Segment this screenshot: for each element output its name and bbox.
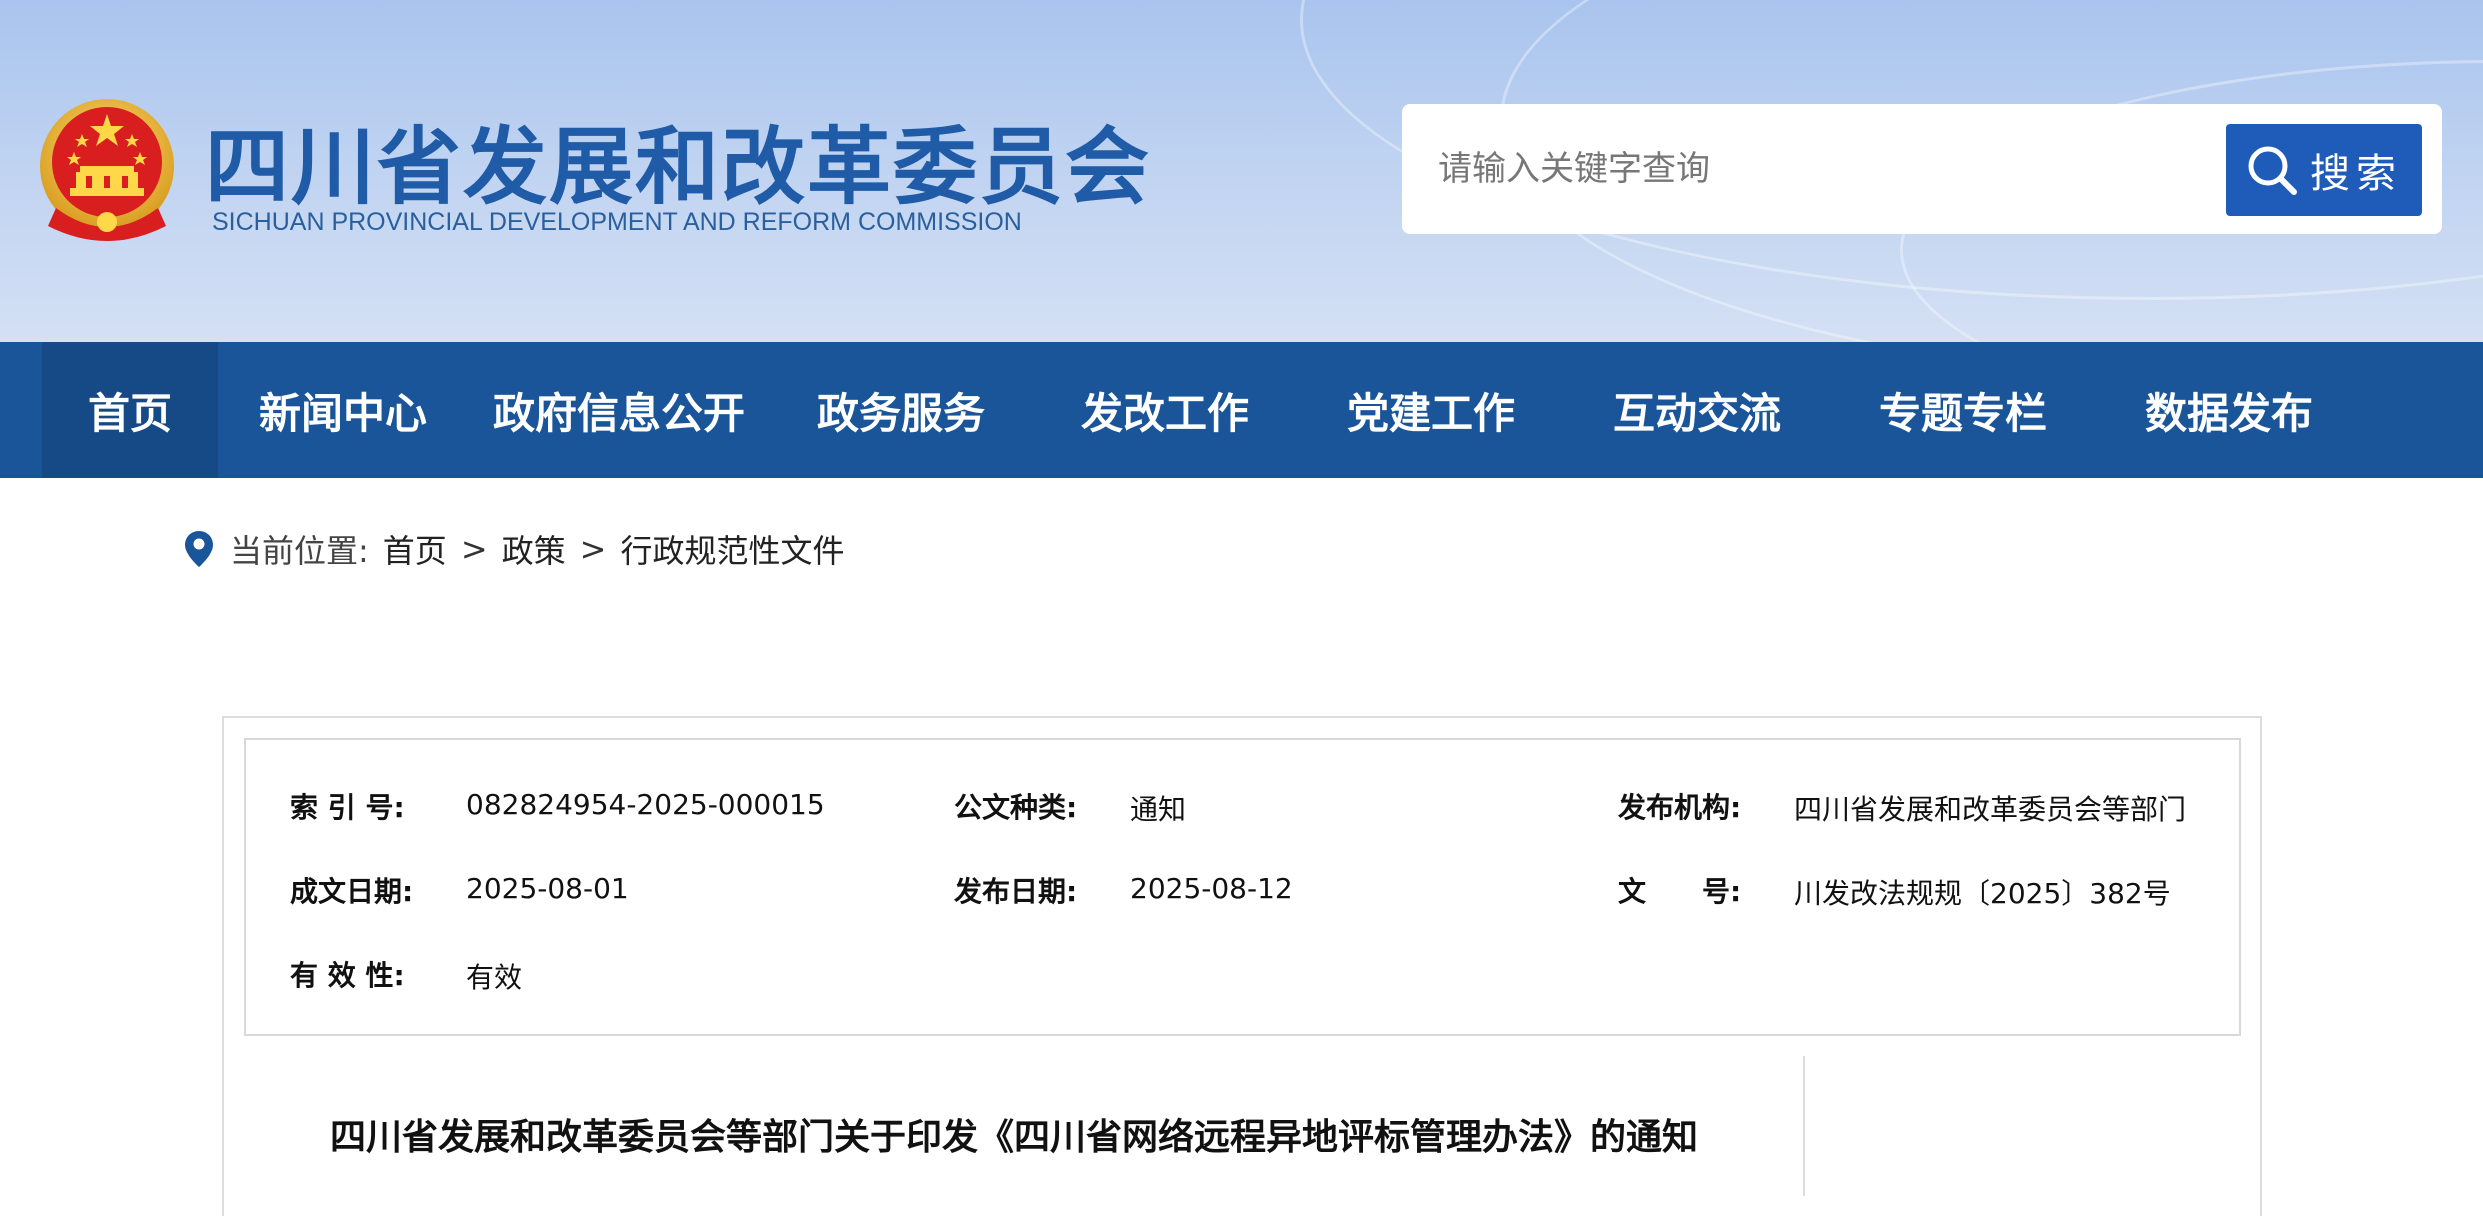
doc-type-label: 公文种类: [954,791,1078,824]
nav-item-topics[interactable]: 专题专栏 [1830,342,2096,478]
search-input[interactable] [1438,129,2198,209]
breadcrumb-separator: > [460,530,488,568]
document-metadata: 索 引 号: 082824954-2025-000015 公文种类: 通知 发布… [244,738,2241,1036]
validity-value: 有效 [466,961,523,994]
validity-label: 有 效 性: [290,959,405,992]
nav-item-gov-info[interactable]: 政府信息公开 [468,342,770,478]
publisher-value: 四川省发展和改革委员会等部门 [1794,793,2187,826]
publish-date-label: 发布日期: [954,875,1078,908]
nav-item-news[interactable]: 新闻中心 [218,342,468,478]
nav-item-home[interactable]: 首页 [42,342,218,478]
doc-type-value: 通知 [1130,793,1187,826]
site-name-cn: 四川省发展和改革委员会 [205,118,1152,216]
breadcrumb-normative-docs[interactable]: 行政规范性文件 [620,526,844,572]
publisher-label: 发布机构: [1618,791,1742,824]
search-button-label: 搜索 [2310,151,2402,197]
index-no-value: 082824954-2025-000015 [466,788,825,821]
publish-date-value: 2025-08-12 [1130,872,1293,905]
doc-no-value: 川发改法规规〔2025〕382号 [1794,877,2171,910]
nav-item-party-work[interactable]: 党建工作 [1298,342,1564,478]
breadcrumb-separator: > [579,530,607,568]
doc-no-label: 文 号: [1618,875,1742,908]
breadcrumb: 当前位置: 首页 > 政策 > 行政规范性文件 [184,524,844,574]
index-no-label: 索 引 号: [290,791,405,824]
nav-item-ndrc-work[interactable]: 发改工作 [1032,342,1298,478]
site-header: 四川省发展和改革委员会 SICHUAN PROVINCIAL DEVELOPME… [0,0,2483,342]
nav-item-interaction[interactable]: 互动交流 [1564,342,1830,478]
article-title: 四川省发展和改革委员会等部门关于印发《四川省网络远程异地评标管理办法》的通知 [330,1117,1699,1158]
nav-item-data-release[interactable]: 数据发布 [2096,342,2362,478]
breadcrumb-home[interactable]: 首页 [383,526,447,572]
main-nav: 首页 新闻中心 政府信息公开 政务服务 发改工作 党建工作 互动交流 专题专栏 … [0,342,2483,478]
national-emblem-icon[interactable] [38,96,176,244]
sidebar-divider [1803,1056,1805,1196]
search-button[interactable]: 搜索 [2226,124,2422,216]
search-box: 搜索 [1402,104,2442,234]
written-date-value: 2025-08-01 [466,872,629,905]
breadcrumb-policy[interactable]: 政策 [502,526,566,572]
breadcrumb-label: 当前位置: [230,532,369,570]
location-pin-icon [184,530,214,568]
nav-item-services[interactable]: 政务服务 [770,342,1032,478]
search-icon [2248,146,2297,195]
written-date-label: 成文日期: [290,875,414,908]
site-name-en: SICHUAN PROVINCIAL DEVELOPMENT AND REFOR… [212,208,1022,236]
